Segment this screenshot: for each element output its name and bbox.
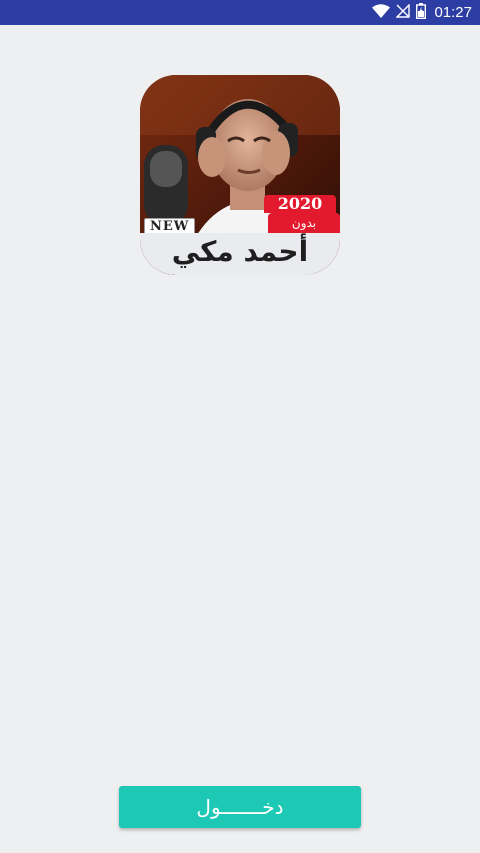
wifi-icon [372,3,391,22]
app-artwork: 2020 بدون انترنيت NEW أحمد مكي [140,75,340,275]
no-signal-icon [395,3,411,22]
year-badge: 2020 [264,195,336,213]
login-button[interactable]: دخـــــــول [119,786,361,828]
status-time: 01:27 [434,4,472,21]
status-icons: 01:27 [372,0,472,25]
app-title: أحمد مكي [171,235,309,268]
status-bar: 01:27 [0,0,480,25]
battery-icon [416,2,427,23]
